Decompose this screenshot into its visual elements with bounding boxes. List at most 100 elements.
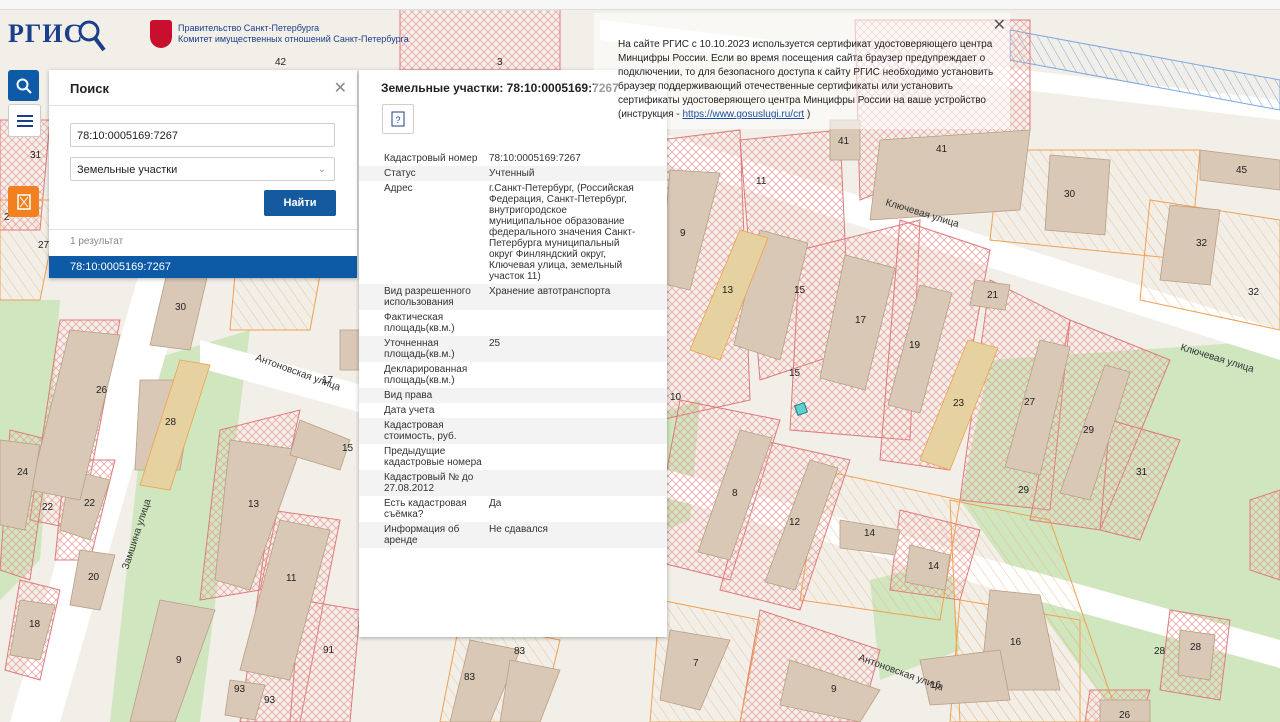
svg-text:26: 26 bbox=[96, 385, 108, 396]
search-icon bbox=[16, 78, 32, 94]
divider bbox=[49, 105, 357, 106]
close-icon[interactable]: ✕ bbox=[334, 78, 347, 98]
attribute-value bbox=[489, 405, 639, 416]
attribute-value: Да bbox=[489, 498, 502, 509]
svg-text:18: 18 bbox=[29, 619, 41, 630]
svg-text:91: 91 bbox=[323, 645, 335, 656]
svg-text:93: 93 bbox=[264, 695, 276, 706]
attribute-value: 78:10:0005169:7267 bbox=[489, 153, 581, 164]
attribute-key: Фактическая площадь(кв.м.) bbox=[384, 312, 455, 334]
svg-text:16: 16 bbox=[1010, 637, 1022, 648]
parcel-info-panel: Земельные участки: 78:10:0005169:7267 ✕ … bbox=[359, 70, 667, 637]
attribute-key: Кадастровый № до 27.08.2012 bbox=[384, 472, 474, 494]
svg-text:93: 93 bbox=[234, 684, 246, 695]
svg-text:27: 27 bbox=[38, 240, 50, 251]
svg-text:31: 31 bbox=[1136, 467, 1148, 478]
attribute-key: Статус bbox=[384, 168, 416, 179]
svg-text:?: ? bbox=[396, 115, 401, 125]
notice-text: На сайте РГИС с 10.10.2023 используется … bbox=[618, 39, 994, 120]
attribute-key: Дата учета bbox=[384, 405, 435, 416]
attribute-key: Вид разрешенного использования bbox=[384, 286, 471, 308]
gov-header: Правительство Санкт-Петербурга Комитет и… bbox=[150, 20, 409, 48]
svg-text:15: 15 bbox=[342, 443, 354, 454]
find-button[interactable]: Найти bbox=[264, 190, 336, 216]
attribute-value bbox=[489, 446, 639, 468]
emblem-icon bbox=[16, 193, 31, 210]
svg-text:83: 83 bbox=[464, 672, 476, 683]
svg-text:41: 41 bbox=[838, 136, 850, 147]
attribute-row: Фактическая площадь(кв.м.) bbox=[359, 310, 667, 336]
svg-text:32: 32 bbox=[1196, 238, 1208, 249]
attribute-key: Есть кадастровая съёмка? bbox=[384, 498, 467, 520]
attribute-key: Вид права bbox=[384, 390, 433, 401]
logo-text: РГИС bbox=[8, 19, 84, 48]
svg-text:3: 3 bbox=[497, 57, 503, 68]
attribute-row: Есть кадастровая съёмка? Да bbox=[359, 496, 667, 522]
svg-text:9: 9 bbox=[831, 684, 837, 695]
search-result-item[interactable]: 78:10:0005169:7267 bbox=[49, 256, 357, 278]
attribute-value: Учтенный bbox=[489, 168, 535, 179]
svg-text:22: 22 bbox=[42, 502, 54, 513]
attribute-key: Кадастровая стоимость, руб. bbox=[384, 420, 457, 442]
svg-text:41: 41 bbox=[936, 144, 948, 155]
svg-text:16: 16 bbox=[930, 680, 942, 691]
svg-text:42: 42 bbox=[275, 57, 287, 68]
svg-text:15: 15 bbox=[789, 368, 801, 379]
svg-text:21: 21 bbox=[987, 290, 999, 301]
svg-text:23: 23 bbox=[953, 398, 965, 409]
svg-text:45: 45 bbox=[1236, 165, 1248, 176]
svg-text:83: 83 bbox=[514, 646, 526, 657]
attribute-key: Декларированная площадь(кв.м.) bbox=[384, 364, 468, 386]
attribute-row: Декларированная площадь(кв.м.) bbox=[359, 362, 667, 388]
search-tool-button[interactable] bbox=[8, 70, 39, 101]
svg-text:9: 9 bbox=[680, 228, 686, 239]
gov-line-2: Комитет имущественных отношений Санкт-Пе… bbox=[178, 34, 409, 44]
attributes-table: Кадастровый номер 78:10:0005169:7267 Стату… bbox=[359, 151, 667, 548]
notice-link[interactable]: https://www.gosuslugi.ru/crt bbox=[682, 109, 804, 120]
svg-text:27: 27 bbox=[1024, 397, 1036, 408]
svg-text:14: 14 bbox=[928, 561, 940, 572]
attribute-row: Кадастровый номер 78:10:0005169:7267 bbox=[359, 151, 667, 166]
svg-text:30: 30 bbox=[175, 302, 187, 313]
attribute-row: Информация об аренде Не сдавался bbox=[359, 522, 667, 548]
attribute-row: Уточненная площадь(кв.м.) 25 bbox=[359, 336, 667, 362]
svg-text:11: 11 bbox=[286, 573, 297, 584]
svg-text:28: 28 bbox=[1190, 642, 1202, 653]
attribute-key: Уточненная площадь(кв.м.) bbox=[384, 338, 455, 360]
svg-text:20: 20 bbox=[88, 572, 100, 583]
attribute-key: Адрес bbox=[384, 183, 413, 194]
attribute-row: Вид разрешенного использования Хранение а… bbox=[359, 284, 667, 310]
layers-emblem-button[interactable] bbox=[8, 186, 39, 217]
attribute-key: Предыдущие кадастровые номера bbox=[384, 446, 482, 468]
hamburger-icon bbox=[16, 114, 33, 127]
cadastral-search-input[interactable]: 78:10:0005169:7267 bbox=[70, 123, 335, 147]
close-icon[interactable]: ✕ bbox=[993, 15, 1006, 35]
svg-text:19: 19 bbox=[909, 340, 921, 351]
attribute-row: Дата учета bbox=[359, 403, 667, 418]
divider bbox=[49, 229, 357, 230]
svg-text:11: 11 bbox=[756, 176, 767, 187]
svg-text:17: 17 bbox=[322, 375, 334, 386]
svg-text:17: 17 bbox=[855, 315, 867, 326]
results-count: 1 результат bbox=[70, 236, 124, 247]
menu-button[interactable] bbox=[8, 104, 41, 137]
attribute-value bbox=[489, 364, 639, 386]
attribute-value bbox=[489, 312, 639, 334]
svg-text:8: 8 bbox=[732, 488, 738, 499]
attribute-row: Статус Учтенный bbox=[359, 166, 667, 181]
svg-text:14: 14 bbox=[864, 528, 876, 539]
rgis-logo[interactable]: РГИС bbox=[8, 14, 107, 54]
attribute-row: Адрес г.Санкт-Петербург, (Российская Феде… bbox=[359, 181, 667, 284]
object-type-select[interactable]: Земельные участки ⌄ bbox=[70, 157, 335, 181]
search-panel-title: Поиск bbox=[70, 81, 110, 96]
svg-text:31: 31 bbox=[30, 150, 42, 161]
attribute-row: Предыдущие кадастровые номера bbox=[359, 444, 667, 470]
svg-text:12: 12 bbox=[789, 517, 801, 528]
parcel-document-icon[interactable]: ? bbox=[382, 104, 414, 134]
svg-text:28: 28 bbox=[1154, 646, 1166, 657]
attribute-row: Кадастровая стоимость, руб. bbox=[359, 418, 667, 444]
attribute-value: Не сдавался bbox=[489, 524, 548, 535]
svg-text:26: 26 bbox=[1119, 710, 1131, 721]
svg-text:24: 24 bbox=[17, 467, 29, 478]
svg-text:7: 7 bbox=[693, 658, 699, 669]
